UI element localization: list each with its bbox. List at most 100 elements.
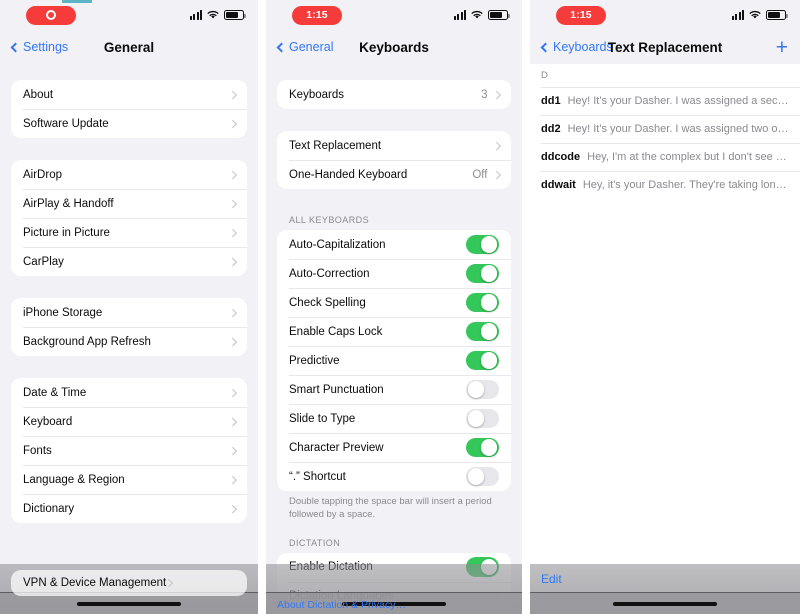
row-software-update[interactable]: Software Update	[11, 109, 247, 138]
settings-group-storage: iPhone Storage Background App Refresh	[11, 298, 247, 356]
row-value: Off	[472, 168, 488, 181]
row-picture-in-picture[interactable]: Picture in Picture	[11, 218, 247, 247]
replacement-shortcut: ddwait	[541, 179, 576, 191]
row-check-spelling[interactable]: Check Spelling	[277, 288, 511, 317]
toggle-auto-capitalization[interactable]	[466, 234, 499, 255]
list-item[interactable]: ddcode Hey, I'm at the complex but I don…	[530, 143, 800, 171]
row-label: About	[23, 88, 54, 101]
chevron-right-icon	[228, 475, 237, 484]
row-label: Picture in Picture	[23, 226, 110, 239]
row-smart-punctuation[interactable]: Smart Punctuation	[277, 375, 511, 404]
row-label: Enable Caps Lock	[289, 325, 383, 338]
home-indicator[interactable]	[77, 601, 181, 606]
row-label: Keyboards	[289, 88, 344, 101]
replacement-shortcut: ddcode	[541, 151, 581, 163]
row-language-region[interactable]: Language & Region	[11, 465, 247, 494]
row-label: Predictive	[289, 354, 340, 367]
status-icons-panel3	[731, 10, 788, 20]
row-label: Auto-Correction	[289, 267, 370, 280]
row-background-app-refresh[interactable]: Background App Refresh	[11, 327, 247, 356]
recording-timer-pill[interactable]: 1:15	[292, 5, 342, 25]
row-date-time[interactable]: Date & Time	[11, 378, 247, 407]
row-airplay-handoff[interactable]: AirPlay & Handoff	[11, 189, 247, 218]
add-replacement-button[interactable]: +	[776, 37, 788, 58]
toggle-smart-punctuation[interactable]	[466, 379, 499, 400]
row-keyboards[interactable]: Keyboards 3	[277, 80, 511, 109]
section-index-letter: D	[530, 64, 800, 87]
settings-group-keyboard-options: Text Replacement One-Handed Keyboard Off	[277, 131, 511, 189]
row-label: Enable Dictation	[289, 561, 373, 574]
row-auto-capitalization[interactable]: Auto-Capitalization	[277, 230, 511, 259]
row-enable-caps-lock[interactable]: Enable Caps Lock	[277, 317, 511, 346]
section-footer-all-keyboards: Double tapping the space bar will insert…	[289, 496, 492, 520]
row-text-replacement[interactable]: Text Replacement	[277, 131, 511, 160]
chevron-right-icon	[228, 504, 237, 513]
toggle-enable-dictation[interactable]	[466, 557, 499, 577]
list-item[interactable]: dd2 Hey! It's your Dasher. I was assigne…	[530, 115, 800, 143]
row-about[interactable]: About	[11, 80, 247, 109]
row-keyboard[interactable]: Keyboard	[11, 407, 247, 436]
row-iphone-storage[interactable]: iPhone Storage	[11, 298, 247, 327]
toggle-auto-correction[interactable]	[466, 263, 499, 284]
recording-timer-pill[interactable]: 1:15	[556, 5, 606, 25]
row-predictive[interactable]: Predictive	[277, 346, 511, 375]
chevron-right-icon	[228, 308, 237, 317]
chevron-right-icon	[165, 579, 173, 587]
toggle-period-shortcut[interactable]	[466, 466, 499, 487]
row-label: AirDrop	[23, 168, 62, 181]
list-item[interactable]: ddwait Hey, it's your Dasher. They're ta…	[530, 171, 800, 199]
toggle-check-spelling[interactable]	[466, 292, 499, 313]
chevron-right-icon	[228, 119, 237, 128]
row-character-preview[interactable]: Character Preview	[277, 433, 511, 462]
bottom-toolbar-panel2: About Dictation & Privacy…	[266, 596, 522, 614]
row-auto-correction[interactable]: Auto-Correction	[277, 259, 511, 288]
nav-bar-panel1: Settings General	[0, 30, 258, 64]
settings-group-connectivity: AirDrop AirPlay & Handoff Picture in Pic…	[11, 160, 247, 276]
replacement-phrase: Hey! It's your Dasher. I was assigned a …	[567, 95, 790, 107]
row-dictionary[interactable]: Dictionary	[11, 494, 247, 523]
toggle-enable-caps-lock[interactable]	[466, 321, 499, 342]
list-item[interactable]: dd1 Hey! It's your Dasher. I was assigne…	[530, 87, 800, 115]
row-airdrop[interactable]: AirDrop	[11, 160, 247, 189]
row-vpn-device-management[interactable]: VPN & Device Management	[11, 570, 247, 596]
home-indicator-area-panel3	[530, 592, 800, 614]
chevron-right-icon	[228, 228, 237, 237]
cellular-signal-icon	[731, 10, 744, 20]
row-label: VPN & Device Management	[23, 577, 167, 589]
row-period-shortcut[interactable]: “.” Shortcut	[277, 462, 511, 491]
row-label: Slide to Type	[289, 412, 356, 425]
chevron-left-icon	[10, 42, 21, 52]
edit-button[interactable]: Edit	[541, 572, 562, 586]
replacement-shortcut: dd2	[541, 123, 561, 135]
row-enable-dictation[interactable]: Enable Dictation	[277, 553, 511, 582]
nav-bar-panel2: General Keyboards	[266, 30, 522, 64]
row-carplay[interactable]: CarPlay	[11, 247, 247, 276]
row-slide-to-type[interactable]: Slide to Type	[277, 404, 511, 433]
screenshot-stage: Settings General About Software Update A…	[0, 0, 800, 614]
status-bar-panel1	[0, 0, 258, 30]
settings-group-all-keyboards: Auto-Capitalization Auto-Correction Chec…	[277, 230, 511, 491]
text-replacement-list[interactable]: D dd1 Hey! It's your Dasher. I was assig…	[530, 64, 800, 614]
home-indicator[interactable]	[613, 601, 717, 606]
settings-list-keyboards[interactable]: Keyboards 3 Text Replacement One-Handed …	[266, 64, 522, 614]
chevron-right-icon	[228, 90, 237, 99]
back-button-label: General	[289, 40, 334, 54]
back-button-keyboards[interactable]: Keyboards	[540, 40, 613, 54]
chevron-left-icon	[540, 42, 551, 52]
about-dictation-privacy-link[interactable]: About Dictation & Privacy…	[277, 599, 406, 611]
row-label: Check Spelling	[289, 296, 366, 309]
battery-icon	[488, 10, 510, 20]
toggle-character-preview[interactable]	[466, 437, 499, 458]
recording-indicator-pill[interactable]	[26, 5, 76, 25]
replacement-phrase: Hey! It's your Dasher. I was assigned tw…	[567, 123, 790, 135]
row-fonts[interactable]: Fonts	[11, 436, 247, 465]
row-one-handed-keyboard[interactable]: One-Handed Keyboard Off	[277, 160, 511, 189]
status-icons-panel2	[453, 10, 510, 20]
toggle-predictive[interactable]	[466, 350, 499, 371]
replacement-shortcut: dd1	[541, 95, 561, 107]
panel-divider-2	[522, 0, 530, 614]
back-button-general[interactable]: General	[276, 40, 334, 54]
back-button-settings[interactable]: Settings	[10, 40, 68, 54]
toggle-slide-to-type[interactable]	[466, 408, 499, 429]
settings-list-general[interactable]: About Software Update AirDrop AirPlay & …	[0, 64, 258, 614]
